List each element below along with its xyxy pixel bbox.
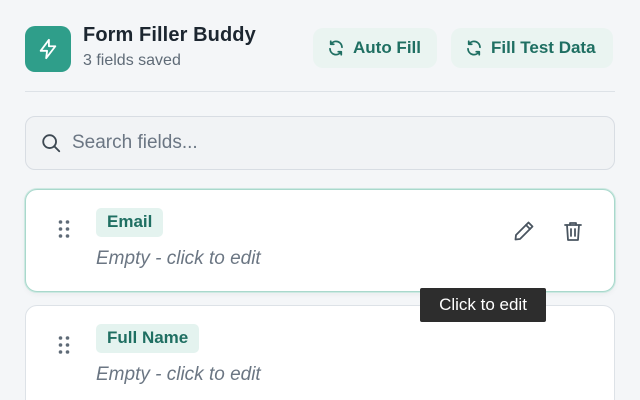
auto-fill-button[interactable]: Auto Fill bbox=[313, 28, 437, 68]
header-divider bbox=[25, 91, 615, 92]
app-logo bbox=[25, 26, 71, 72]
lightning-icon bbox=[39, 38, 57, 60]
fill-test-data-button[interactable]: Fill Test Data bbox=[451, 28, 613, 68]
refresh-icon bbox=[467, 40, 481, 56]
search-input[interactable] bbox=[72, 132, 592, 154]
fields-saved-count: 3 fields saved bbox=[83, 52, 181, 69]
search-icon bbox=[42, 134, 61, 153]
app-title: Form Filler Buddy bbox=[83, 24, 256, 46]
field-label-badge: Full Name bbox=[96, 324, 200, 353]
refresh-icon bbox=[329, 40, 343, 56]
trash-icon bbox=[564, 222, 582, 241]
field-value[interactable]: Empty - click to edit bbox=[96, 248, 261, 270]
field-value[interactable]: Empty - click to edit bbox=[96, 364, 261, 386]
edit-button[interactable] bbox=[511, 218, 537, 244]
fill-test-data-label: Fill Test Data bbox=[491, 38, 596, 57]
header: Form Filler Buddy 3 fields saved Auto Fi… bbox=[0, 0, 640, 92]
search-bar[interactable] bbox=[25, 116, 615, 170]
field-label-badge: Email bbox=[96, 208, 164, 237]
auto-fill-label: Auto Fill bbox=[353, 38, 421, 57]
pencil-icon bbox=[514, 221, 534, 241]
drag-handle-icon[interactable] bbox=[57, 335, 71, 355]
drag-handle-icon[interactable] bbox=[57, 219, 71, 239]
delete-button[interactable] bbox=[560, 218, 586, 244]
field-card-email[interactable]: Email Empty - click to edit bbox=[25, 189, 615, 292]
edit-tooltip: Click to edit bbox=[420, 288, 546, 322]
